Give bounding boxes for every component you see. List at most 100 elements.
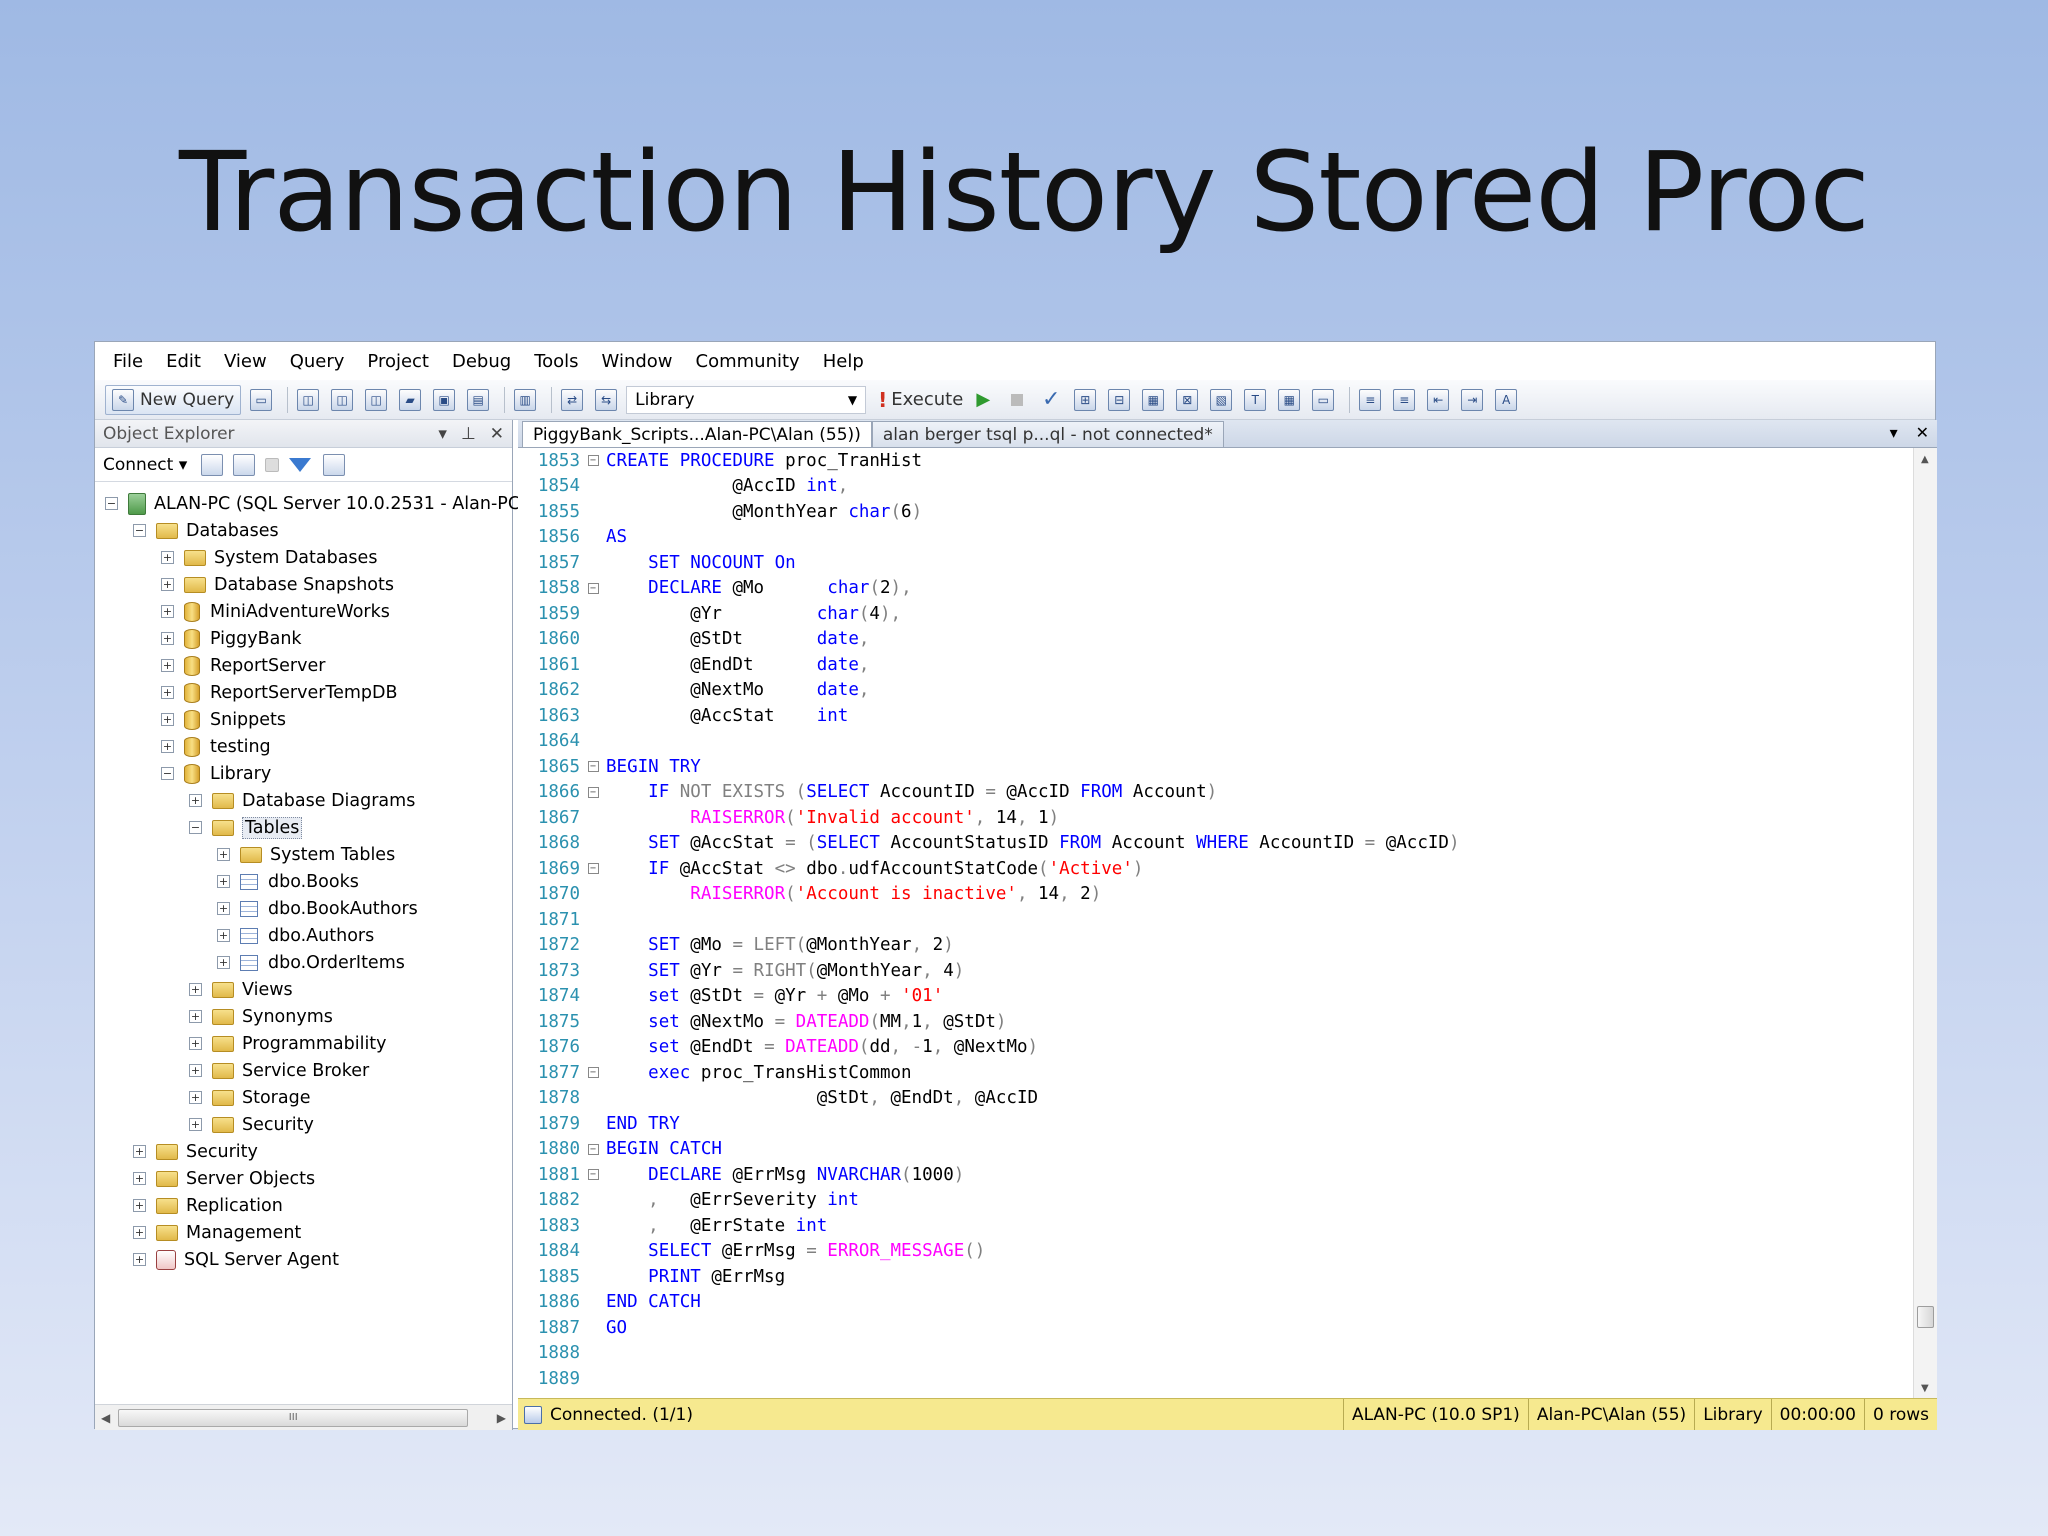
tree-node[interactable]: + Server Objects — [95, 1165, 512, 1192]
scroll-up-icon[interactable]: ▲ — [1921, 454, 1929, 465]
expand-icon[interactable]: + — [161, 713, 174, 726]
scroll-down-icon[interactable]: ▼ — [1921, 1383, 1929, 1394]
menu-edit[interactable]: Edit — [166, 351, 201, 372]
expand-icon[interactable]: + — [217, 848, 230, 861]
xmla-query-button[interactable]: ◫ — [362, 385, 390, 415]
menu-help[interactable]: Help — [823, 351, 864, 372]
expand-icon[interactable]: + — [161, 551, 174, 564]
close-icon[interactable]: ✕ — [1916, 423, 1929, 442]
fold-margin[interactable]: − — [582, 455, 604, 467]
print-button[interactable]: ▤ — [464, 385, 492, 415]
cancel-query-button[interactable] — [1003, 385, 1031, 415]
menu-file[interactable]: File — [113, 351, 143, 372]
tree-node[interactable]: + Security — [95, 1111, 512, 1138]
expand-icon[interactable]: + — [189, 1010, 202, 1023]
activity-monitor-button[interactable]: ▥ — [511, 385, 539, 415]
fold-margin[interactable]: − — [582, 786, 604, 798]
expand-icon[interactable]: + — [189, 1091, 202, 1104]
expand-icon[interactable]: + — [161, 632, 174, 645]
tree-node[interactable]: + Views — [95, 976, 512, 1003]
pin-icon[interactable]: ⊥ — [461, 424, 476, 444]
menu-tools[interactable]: Tools — [534, 351, 578, 372]
open-file-button[interactable]: ▰ — [396, 385, 424, 415]
collapse-region-icon[interactable]: − — [587, 582, 599, 594]
fold-margin[interactable]: − — [582, 1143, 604, 1155]
tree-node[interactable]: + Programmability — [95, 1030, 512, 1057]
tree-node[interactable]: + dbo.Authors — [95, 922, 512, 949]
tree-node[interactable]: + SQL Server Agent — [95, 1246, 512, 1273]
tree-node[interactable]: + Database Diagrams — [95, 787, 512, 814]
refresh-icon[interactable] — [323, 453, 346, 476]
client-stats-button[interactable]: ▧ — [1207, 385, 1235, 415]
expand-icon[interactable]: + — [133, 1199, 146, 1212]
expand-icon[interactable]: + — [133, 1172, 146, 1185]
connect-dropdown[interactable]: Connect ▾ — [103, 455, 187, 475]
comment-button[interactable]: ≡ — [1356, 385, 1384, 415]
expand-icon[interactable]: + — [133, 1145, 146, 1158]
filter-icon[interactable] — [289, 457, 312, 472]
save-button[interactable]: ▣ — [430, 385, 458, 415]
disconnect-icon[interactable] — [233, 453, 256, 476]
tree-node[interactable]: + Storage — [95, 1084, 512, 1111]
expand-icon[interactable]: + — [161, 740, 174, 753]
scroll-left-icon[interactable]: ◀ — [101, 1411, 110, 1425]
menu-query[interactable]: Query — [290, 351, 345, 372]
expand-icon[interactable]: + — [133, 1226, 146, 1239]
expand-icon[interactable]: + — [133, 1253, 146, 1266]
expand-icon[interactable]: + — [161, 659, 174, 672]
connect-object-explorer-icon[interactable] — [201, 453, 224, 476]
results-file-button[interactable]: ▭ — [1309, 385, 1337, 415]
tab-piggybank-scripts[interactable]: PiggyBank_Scripts...Alan-PC\Alan (55)) — [522, 421, 872, 447]
results-options-button[interactable]: ▦ — [1139, 385, 1167, 415]
expand-icon[interactable]: + — [161, 605, 174, 618]
menu-window[interactable]: Window — [602, 351, 673, 372]
db-engine-query-button[interactable]: ◫ — [294, 385, 322, 415]
collapse-icon[interactable]: − — [161, 767, 174, 780]
collapse-region-icon[interactable]: − — [587, 455, 599, 467]
tree-node[interactable]: − ALAN-PC (SQL Server 10.0.2531 - Alan-PC… — [95, 490, 543, 517]
tree-node[interactable]: + Security — [95, 1138, 512, 1165]
tree-node[interactable]: − Tables — [95, 814, 512, 841]
close-icon[interactable]: ✕ — [490, 424, 504, 444]
display-plan-button[interactable]: ⊞ — [1071, 385, 1099, 415]
change-connection-button[interactable]: ⇆ — [592, 385, 620, 415]
specify-values-button[interactable]: A — [1492, 385, 1520, 415]
expand-icon[interactable]: + — [217, 902, 230, 915]
collapse-region-icon[interactable]: − — [587, 863, 599, 875]
tree-node[interactable]: + dbo.OrderItems — [95, 949, 512, 976]
expand-icon[interactable]: + — [161, 578, 174, 591]
tree-node[interactable]: + ReportServer — [95, 652, 512, 679]
tree-node[interactable]: + Synonyms — [95, 1003, 512, 1030]
collapse-icon[interactable]: − — [189, 821, 202, 834]
execute-button[interactable]: ! Execute — [878, 385, 963, 415]
tab-list-icon[interactable]: ▾ — [1890, 423, 1898, 442]
tree-node[interactable]: + PiggyBank — [95, 625, 512, 652]
collapse-region-icon[interactable]: − — [587, 761, 599, 773]
results-grid-button[interactable]: ▦ — [1275, 385, 1303, 415]
collapse-region-icon[interactable]: − — [587, 786, 599, 798]
menu-debug[interactable]: Debug — [452, 351, 511, 372]
fold-margin[interactable]: − — [582, 863, 604, 875]
tree-node[interactable]: + System Tables — [95, 841, 512, 868]
vertical-scrollbar[interactable]: ▲ ▼ — [1913, 448, 1937, 1400]
menu-community[interactable]: Community — [696, 351, 800, 372]
query-designer-button[interactable]: ⊟ — [1105, 385, 1133, 415]
parse-button[interactable]: ✓ — [1037, 385, 1065, 415]
collapse-region-icon[interactable]: − — [587, 1067, 599, 1079]
horizontal-scrollbar[interactable]: ◀ III ▶ — [95, 1404, 512, 1430]
tab-alan-berger-tsql[interactable]: alan berger tsql p...ql - not connected* — [871, 421, 1224, 447]
expand-icon[interactable]: + — [217, 956, 230, 969]
tree-node[interactable]: + MiniAdventureWorks — [95, 598, 512, 625]
scrollbar-thumb[interactable] — [1917, 1306, 1934, 1328]
uncomment-button[interactable]: ≡ — [1390, 385, 1418, 415]
fold-margin[interactable]: − — [582, 1169, 604, 1181]
expand-icon[interactable]: + — [217, 875, 230, 888]
expand-icon[interactable]: + — [189, 1037, 202, 1050]
expand-icon[interactable]: + — [189, 794, 202, 807]
menu-view[interactable]: View — [224, 351, 267, 372]
dropdown-icon[interactable]: ▾ — [438, 424, 447, 444]
results-text-button[interactable]: T — [1241, 385, 1269, 415]
expand-icon[interactable]: + — [189, 983, 202, 996]
tree-node[interactable]: + Snippets — [95, 706, 512, 733]
tree-node[interactable]: − Library — [95, 760, 512, 787]
